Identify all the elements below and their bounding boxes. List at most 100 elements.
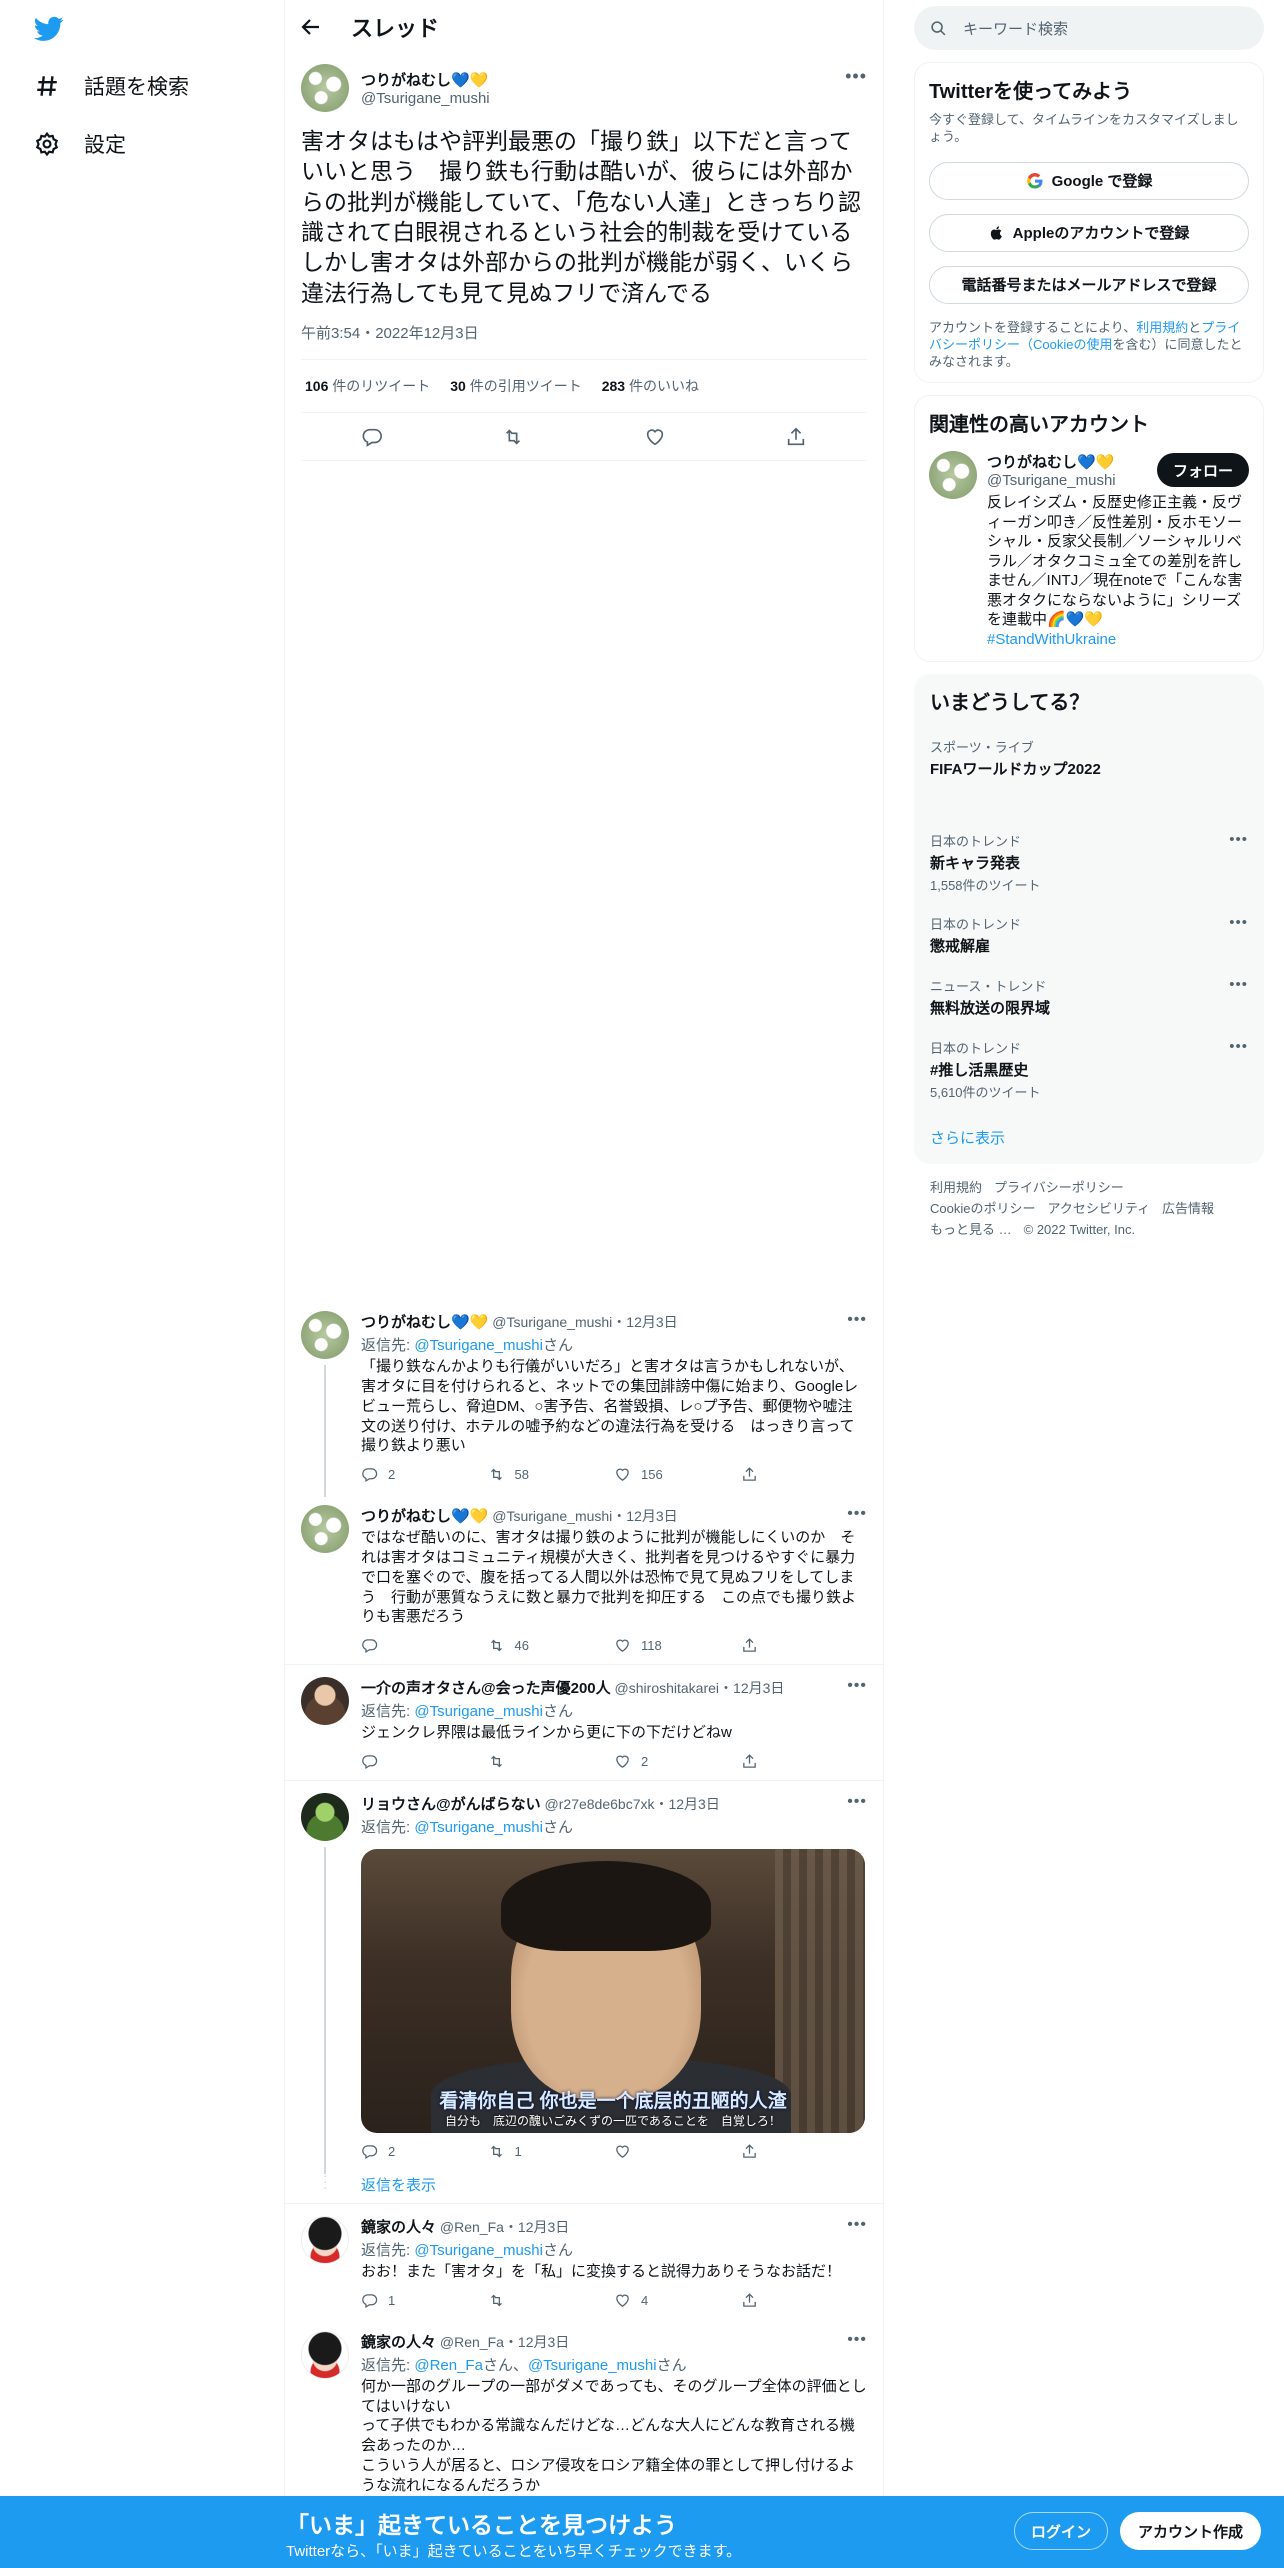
share-button[interactable] [741, 1753, 868, 1770]
google-signup-button[interactable]: Google で登録 [929, 161, 1249, 200]
footer-privacy[interactable]: プライバシーポリシー [994, 1180, 1124, 1195]
author-handle[interactable]: @Tsurigane_mushi [361, 90, 490, 107]
author-handle[interactable]: @Tsurigane_mushi [492, 1508, 612, 1524]
reply-button[interactable] [361, 1637, 488, 1654]
twitter-bird-icon[interactable] [32, 14, 66, 44]
avatar[interactable] [301, 1311, 349, 1360]
more-options-icon[interactable]: ••• [847, 1793, 867, 1811]
show-replies-link[interactable]: · · · 返信を表示 [285, 2168, 883, 2203]
like-stat[interactable]: 283 件のいいね [602, 376, 699, 396]
trend-item[interactable]: ニュース・トレンド 無料放送の限界域 ••• [914, 966, 1264, 1028]
nav-explore[interactable]: 話題を検索 [34, 66, 189, 106]
tweet-date[interactable]: ・12月3日 [612, 1314, 677, 1330]
mention-link[interactable]: @Tsurigane_mushi [414, 1703, 543, 1720]
avatar[interactable] [301, 64, 349, 112]
more-options-icon[interactable]: ••• [845, 66, 867, 87]
tweet-date[interactable]: ・12月3日 [612, 1508, 677, 1524]
tweet-date[interactable]: ・12月3日 [654, 1796, 719, 1812]
trend-item[interactable]: 日本のトレンド #推し活黒歴史 5,610件のツイート ••• [914, 1028, 1264, 1111]
more-options-icon[interactable]: ••• [847, 2331, 867, 2349]
share-button[interactable] [741, 2143, 868, 2160]
retweet-button[interactable]: 58 [488, 1466, 615, 1483]
more-options-icon[interactable]: ••• [1229, 831, 1248, 848]
related-account[interactable]: つりがねむし💙💛 @Tsurigane_mushi 反レイシズム・反歴史修正主義… [929, 451, 1249, 649]
reply-tweet[interactable]: つりがねむし💙💛 @Tsurigane_mushi・12月3日 ••• 返信先:… [285, 1299, 883, 1498]
footer-terms[interactable]: 利用規約 [930, 1180, 982, 1195]
author-name[interactable]: 一介の声オタさん@会った声優200人 [361, 1680, 611, 1697]
avatar[interactable] [929, 451, 977, 500]
like-button[interactable]: 2 [614, 1753, 741, 1770]
phone-email-signup-button[interactable]: 電話番号またはメールアドレスで登録 [929, 265, 1249, 304]
reply-button[interactable] [361, 1753, 488, 1770]
retweet-button[interactable]: 1 [488, 2143, 615, 2160]
avatar[interactable] [301, 1792, 349, 1841]
reply-tweet[interactable]: リョウさん@がんばらない @r27e8de6bc7xk・12月3日 ••• 返信… [285, 1779, 883, 2174]
signup-button[interactable]: アカウント作成 [1120, 2512, 1262, 2550]
mention-link[interactable]: @Tsurigane_mushi [414, 1337, 543, 1354]
reply-tweet[interactable]: 鏡家の人々 @Ren_Fa・12月3日 ••• 返信先: @Ren_Faさん、@… [285, 2319, 883, 2506]
trend-item[interactable]: 日本のトレンド 懲戒解雇 ••• [914, 904, 1264, 966]
author-handle[interactable]: @Tsurigane_mushi [492, 1314, 612, 1330]
like-button[interactable]: 118 [614, 1637, 741, 1654]
mention-link[interactable]: @Tsurigane_mushi [528, 2357, 657, 2374]
author-name[interactable]: 鏡家の人々 [361, 2219, 436, 2236]
more-options-icon[interactable]: ••• [847, 1677, 867, 1695]
avatar[interactable] [301, 1677, 349, 1726]
share-button[interactable] [741, 1466, 868, 1483]
like-button[interactable] [614, 2143, 741, 2160]
login-button[interactable]: ログイン [1014, 2512, 1109, 2550]
back-arrow-icon[interactable] [299, 15, 323, 39]
reply-button[interactable]: 1 [361, 2292, 488, 2309]
reply-tweet[interactable]: 一介の声オタさん@会った声優200人 @shiroshitakarei・12月3… [285, 1664, 883, 1780]
mention-link[interactable]: @Tsurigane_mushi [414, 1819, 543, 1836]
author-name[interactable]: つりがねむし💙💛 [361, 69, 490, 90]
footer-cookie[interactable]: Cookieのポリシー [930, 1201, 1035, 1216]
more-options-icon[interactable]: ••• [1229, 914, 1248, 931]
more-options-icon[interactable]: ••• [1229, 1038, 1248, 1055]
more-options-icon[interactable]: ••• [847, 2216, 867, 2234]
search-input[interactable]: キーワード検索 [963, 18, 1068, 39]
tweet-timestamp[interactable]: 午前3:54・2022年12月3日 [301, 322, 867, 343]
tweet-date[interactable]: ・12月3日 [504, 2219, 569, 2235]
more-options-icon[interactable]: ••• [1229, 976, 1248, 993]
reply-button[interactable]: 2 [361, 2143, 488, 2160]
reply-tweet[interactable]: つりがねむし💙💛 @Tsurigane_mushi・12月3日 ••• ではなぜ… [285, 1493, 883, 1664]
author-handle[interactable]: @Ren_Fa [440, 2334, 504, 2350]
nav-settings[interactable]: 設定 [34, 124, 126, 164]
follow-button[interactable]: フォロー [1156, 453, 1249, 488]
hashtag-link[interactable]: #StandWithUkraine [987, 630, 1249, 650]
show-more-link[interactable]: さらに表示 [914, 1111, 1264, 1164]
share-icon[interactable] [785, 426, 807, 448]
trend-item[interactable]: スポーツ・ライブ FIFAワールドカップ2022 [914, 727, 1264, 789]
retweet-stat[interactable]: 106 件のリツイート [305, 376, 430, 396]
like-button[interactable]: 4 [614, 2292, 741, 2309]
footer-ads[interactable]: 広告情報 [1162, 1201, 1214, 1216]
like-icon[interactable] [644, 426, 666, 448]
footer-more[interactable]: もっと見る … [930, 1222, 1012, 1237]
share-button[interactable] [741, 1637, 868, 1654]
footer-accessibility[interactable]: アクセシビリティ [1047, 1201, 1150, 1216]
retweet-icon[interactable] [502, 426, 524, 448]
tweet-date[interactable]: ・12月3日 [504, 2334, 569, 2350]
more-options-icon[interactable]: ••• [847, 1505, 867, 1523]
reply-tweet[interactable]: 鏡家の人々 @Ren_Fa・12月3日 ••• 返信先: @Tsurigane_… [285, 2202, 883, 2319]
retweet-button[interactable] [488, 2292, 615, 2309]
terms-link[interactable]: 利用規約 [1136, 320, 1188, 335]
quote-stat[interactable]: 30 件の引用ツイート [450, 376, 581, 396]
retweet-button[interactable]: 46 [488, 1637, 615, 1654]
trend-item[interactable]: 日本のトレンド 新キャラ発表 1,558件のツイート ••• [914, 821, 1264, 904]
author-name[interactable]: つりがねむし💙💛 [361, 1314, 488, 1331]
reply-button[interactable]: 2 [361, 1466, 488, 1483]
author-name[interactable]: リョウさん@がんばらない [361, 1796, 541, 1813]
author-handle[interactable]: @Ren_Fa [440, 2219, 504, 2235]
mention-link[interactable]: @Tsurigane_mushi [414, 2242, 543, 2259]
avatar[interactable] [301, 2215, 349, 2264]
tweet-date[interactable]: ・12月3日 [719, 1680, 784, 1696]
author-name[interactable]: つりがねむし💙💛 [361, 1508, 488, 1525]
mention-link[interactable]: @Ren_Fa [414, 2357, 483, 2374]
like-button[interactable]: 156 [614, 1466, 741, 1483]
avatar[interactable] [301, 2330, 349, 2379]
retweet-button[interactable] [488, 1753, 615, 1770]
search-box[interactable]: キーワード検索 [914, 6, 1264, 50]
author-handle[interactable]: @shiroshitakarei [615, 1680, 719, 1696]
